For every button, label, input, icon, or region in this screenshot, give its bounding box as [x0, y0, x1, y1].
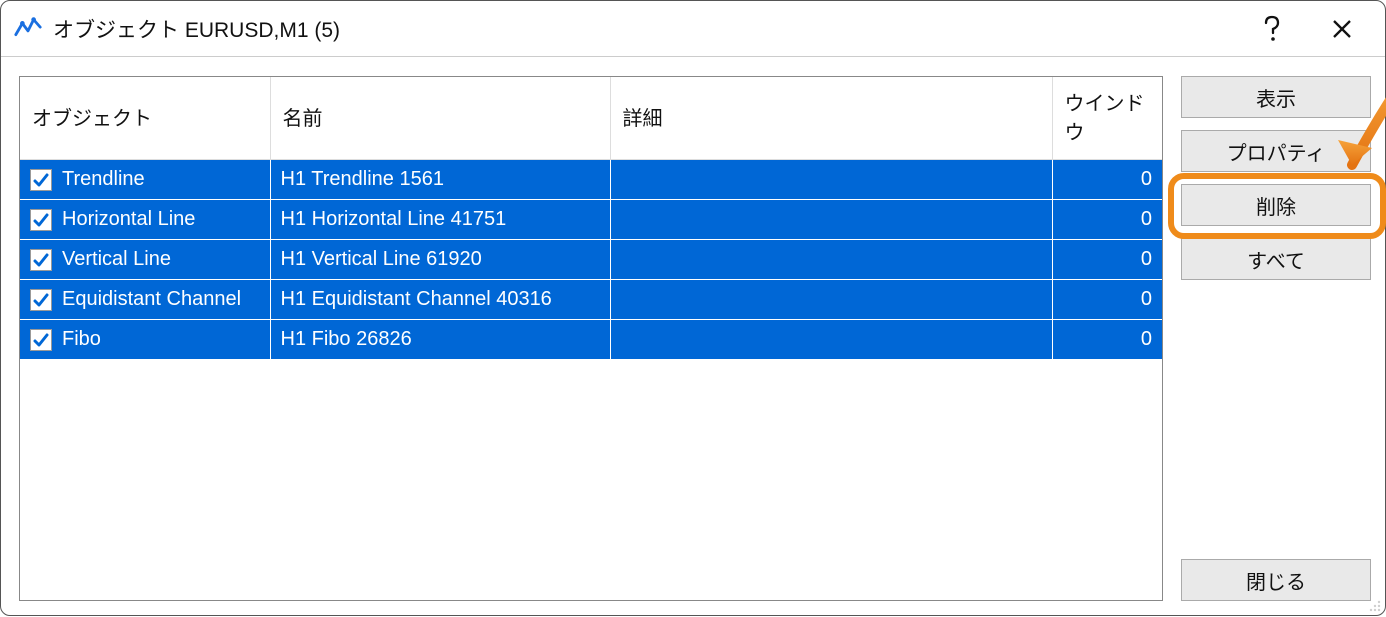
row-object-label: Vertical Line: [62, 248, 171, 271]
row-name: H1 Fibo 26826: [270, 320, 610, 360]
objects-table: オブジェクト 名前 詳細 ウインドウ Trendline H1 Trendline…: [20, 77, 1162, 360]
properties-button-label: プロパティ: [1227, 137, 1326, 166]
row-window: 0: [1052, 320, 1162, 360]
all-button[interactable]: すべて: [1181, 238, 1371, 280]
col-header-name[interactable]: 名前: [270, 77, 610, 160]
row-checkbox[interactable]: [30, 289, 52, 311]
row-checkbox[interactable]: [30, 249, 52, 271]
help-button[interactable]: [1237, 2, 1307, 56]
row-object-label: Equidistant Channel: [62, 288, 241, 311]
window-title: オブジェクト EURUSD,M1 (5): [53, 14, 1237, 44]
show-button-label: 表示: [1256, 83, 1296, 112]
col-header-object[interactable]: オブジェクト: [20, 77, 270, 160]
row-checkbox[interactable]: [30, 329, 52, 351]
show-button[interactable]: 表示: [1181, 76, 1371, 118]
row-object-label: Horizontal Line: [62, 208, 195, 231]
row-detail: [610, 320, 1052, 360]
row-object-label: Fibo: [62, 328, 101, 351]
delete-button[interactable]: 削除: [1181, 184, 1371, 226]
row-name: H1 Vertical Line 61920: [270, 240, 610, 280]
objects-dialog: オブジェクト EURUSD,M1 (5) オブジェクト: [0, 0, 1386, 616]
objects-list[interactable]: オブジェクト 名前 詳細 ウインドウ Trendline H1 Trendline…: [19, 76, 1163, 601]
table-row[interactable]: Fibo H1 Fibo 26826 0: [20, 320, 1162, 360]
row-window: 0: [1052, 160, 1162, 200]
properties-button[interactable]: プロパティ: [1181, 130, 1371, 172]
titlebar: オブジェクト EURUSD,M1 (5): [1, 1, 1385, 57]
table-row[interactable]: Horizontal Line H1 Horizontal Line 41751 0: [20, 200, 1162, 240]
row-checkbox[interactable]: [30, 169, 52, 191]
row-name: H1 Equidistant Channel 40316: [270, 280, 610, 320]
side-buttons: 表示 プロパティ 削除 すべて 閉じる: [1181, 76, 1371, 601]
row-detail: [610, 160, 1052, 200]
row-detail: [610, 200, 1052, 240]
table-row[interactable]: Vertical Line H1 Vertical Line 61920 0: [20, 240, 1162, 280]
client-area: オブジェクト 名前 詳細 ウインドウ Trendline H1 Trendline…: [1, 58, 1385, 615]
all-button-label: すべて: [1247, 245, 1305, 274]
row-window: 0: [1052, 240, 1162, 280]
table-row[interactable]: Equidistant Channel H1 Equidistant Channe…: [20, 280, 1162, 320]
table-row[interactable]: Trendline H1 Trendline 1561 0: [20, 160, 1162, 200]
resize-grip-icon[interactable]: [1367, 597, 1381, 611]
row-object-label: Trendline: [62, 168, 145, 191]
row-name: H1 Horizontal Line 41751: [270, 200, 610, 240]
close-window-button[interactable]: [1307, 2, 1377, 56]
app-chart-icon: [13, 14, 43, 44]
col-header-window[interactable]: ウインドウ: [1052, 77, 1162, 160]
row-window: 0: [1052, 200, 1162, 240]
row-detail: [610, 280, 1052, 320]
delete-button-label: 削除: [1256, 191, 1296, 220]
close-button[interactable]: 閉じる: [1181, 559, 1371, 601]
row-name: H1 Trendline 1561: [270, 160, 610, 200]
row-checkbox[interactable]: [30, 209, 52, 231]
col-header-detail[interactable]: 詳細: [610, 77, 1052, 160]
row-window: 0: [1052, 280, 1162, 320]
row-detail: [610, 240, 1052, 280]
close-button-label: 閉じる: [1246, 566, 1306, 595]
table-header-row[interactable]: オブジェクト 名前 詳細 ウインドウ: [20, 77, 1162, 160]
